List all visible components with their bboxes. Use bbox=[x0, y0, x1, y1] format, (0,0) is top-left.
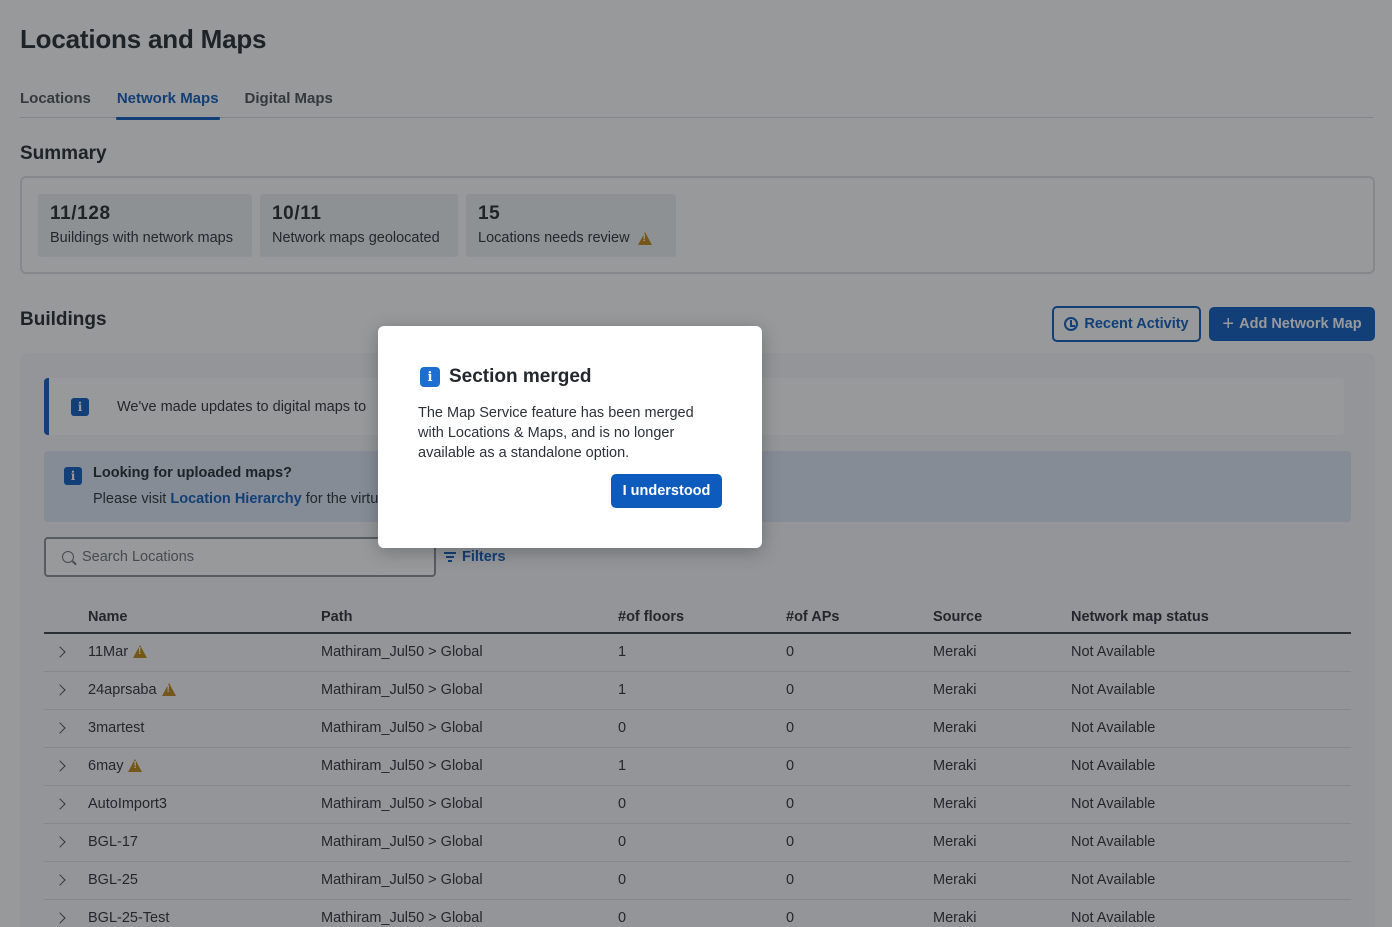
section-merged-dialog: i Section merged The Map Service feature… bbox=[378, 326, 762, 548]
dialog-header: i Section merged bbox=[420, 366, 592, 388]
info-icon: i bbox=[420, 367, 440, 387]
dialog-message: The Map Service feature has been merged … bbox=[418, 405, 694, 461]
understood-button[interactable]: I understood bbox=[611, 474, 722, 508]
dialog-title: Section merged bbox=[449, 366, 592, 387]
